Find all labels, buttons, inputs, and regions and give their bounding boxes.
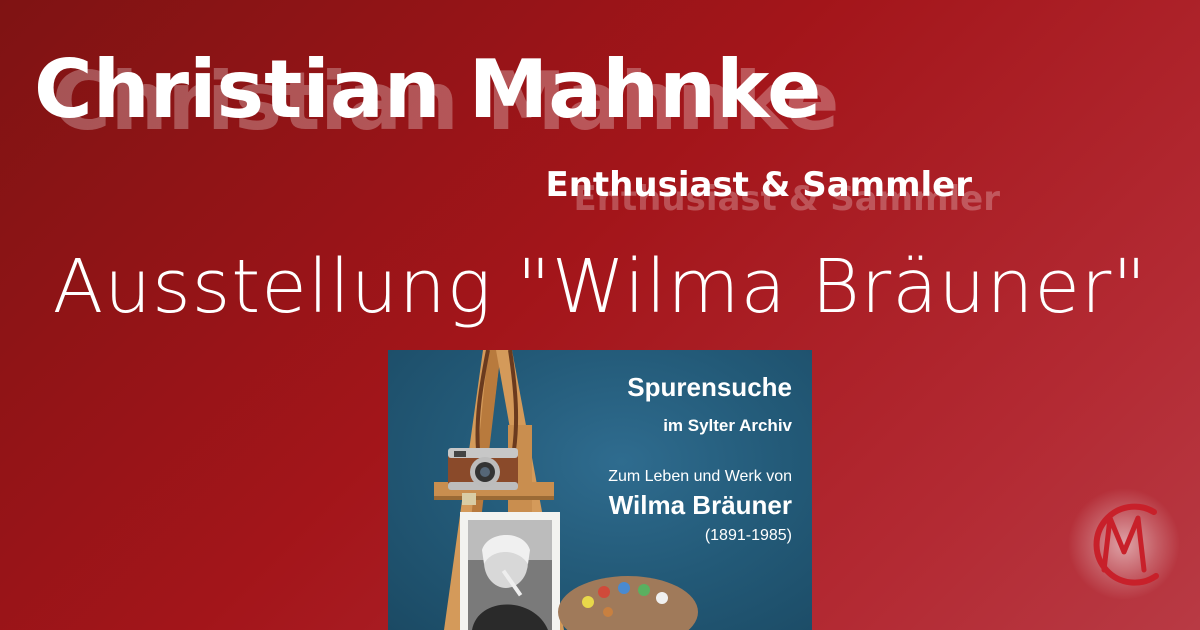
exhibition-poster[interactable]: Spurensuche im Sylter Archiv Zum Leben u… [388, 350, 812, 630]
poster-intro: Zum Leben und Werk von [608, 468, 792, 485]
poster-artist-dates: (1891-1985) [704, 527, 792, 544]
poster-subtitle: im Sylter Archiv [663, 416, 792, 435]
palette-illustration [558, 576, 698, 630]
page-subtitle: Enthusiast & Sammler [545, 165, 972, 205]
exhibition-headline: Ausstellung "Wilma Bräuner" [52, 244, 1148, 330]
poster-title: Spurensuche [627, 372, 792, 402]
portrait-photo-illustration [460, 512, 560, 630]
camera-illustration [448, 448, 518, 490]
poster-artist-name: Wilma Bräuner [608, 490, 792, 520]
cm-monogram-icon [1068, 488, 1180, 600]
page-title: Christian Mahnke [34, 43, 822, 136]
